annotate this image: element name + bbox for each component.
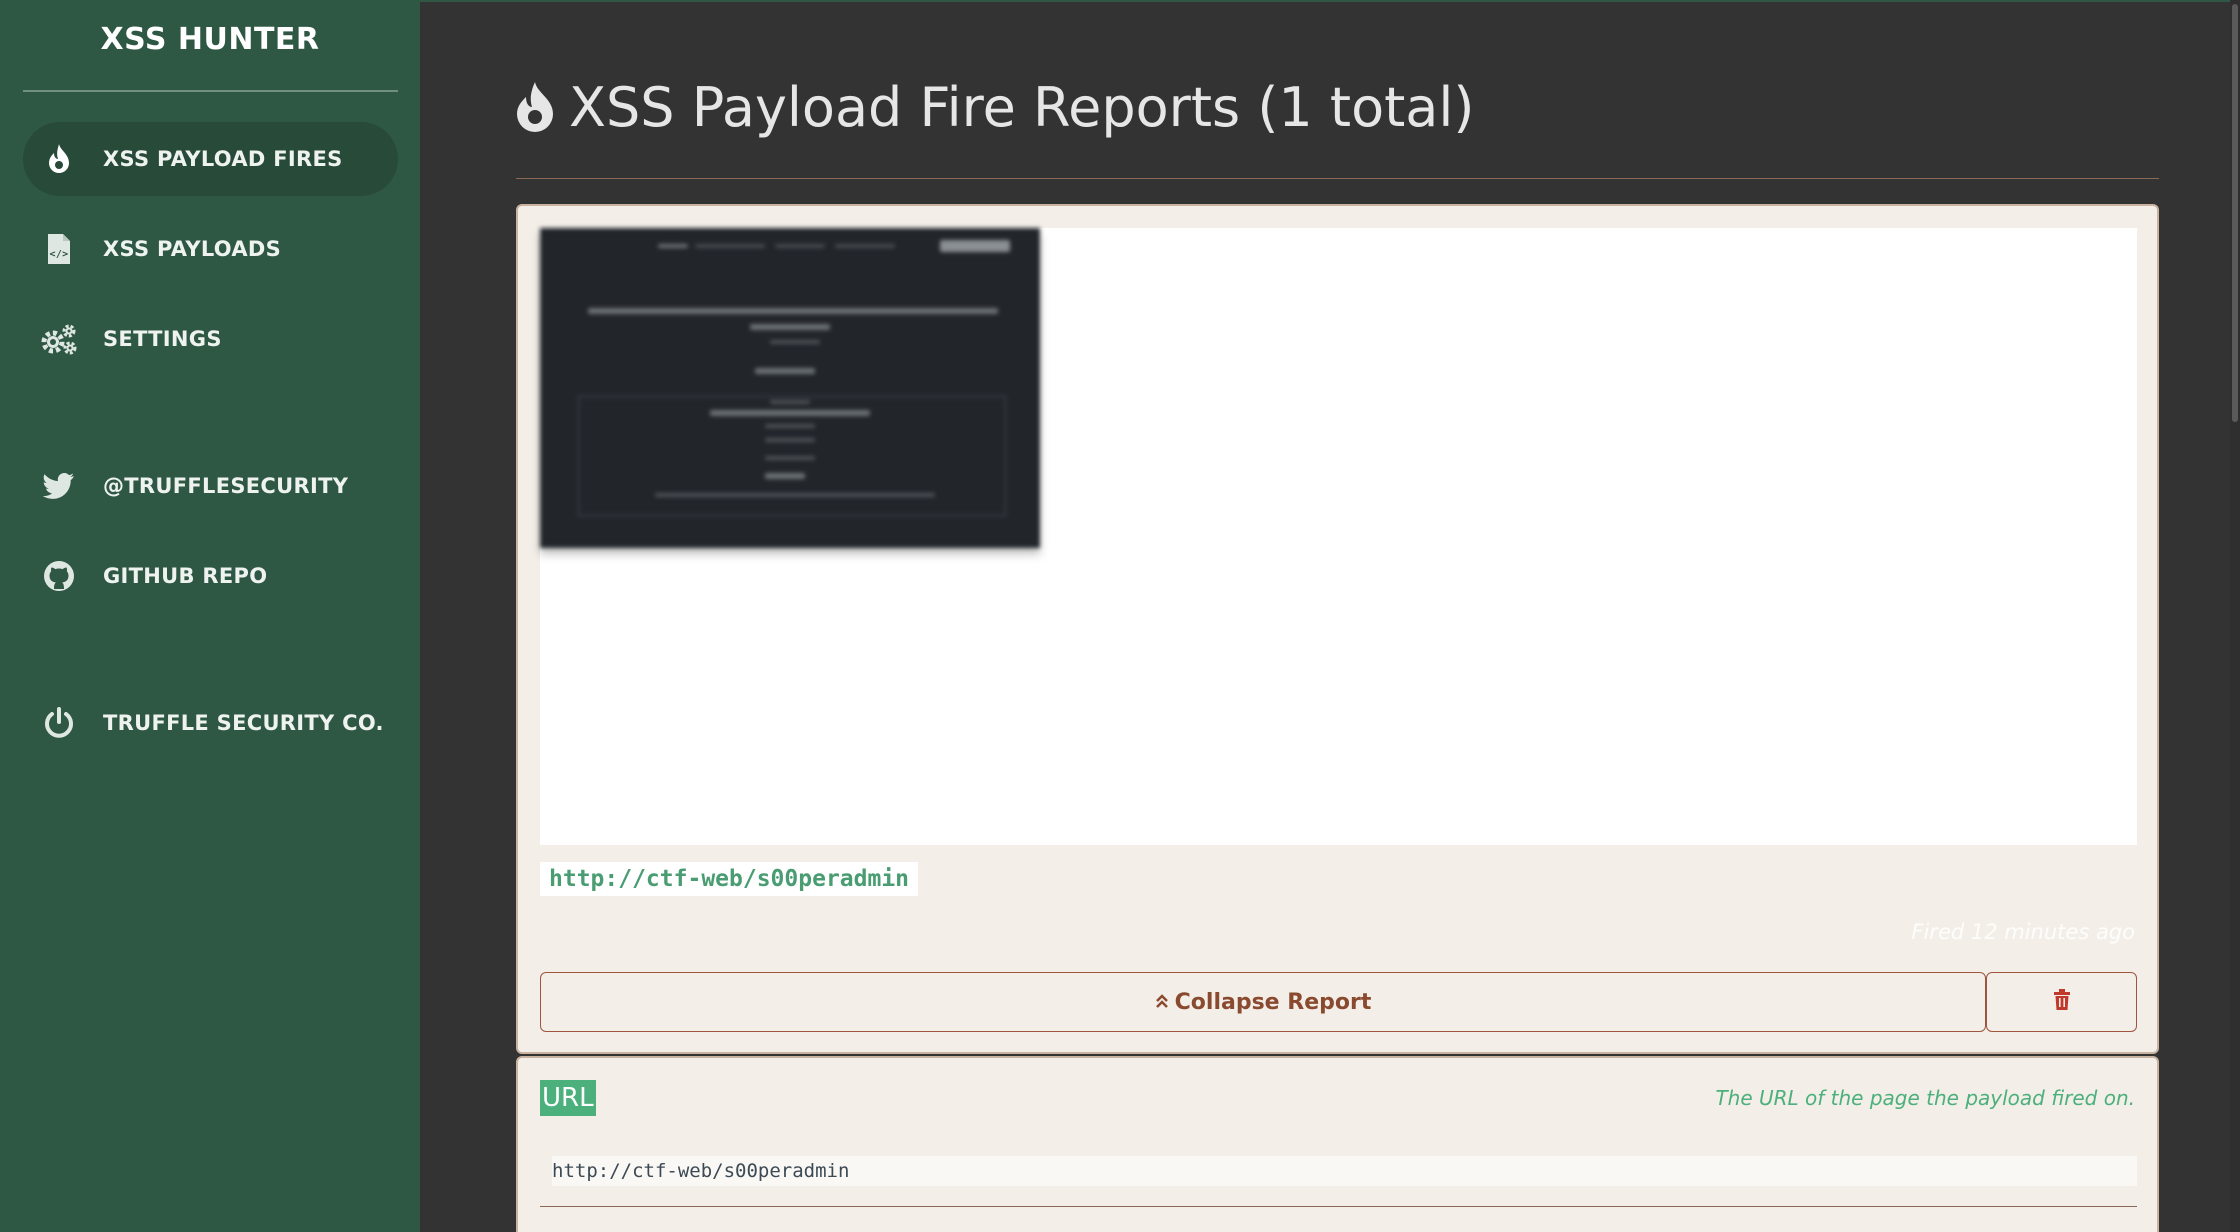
nav-item-truffle-security[interactable]: TRUFFLE SECURITY CO.	[23, 686, 398, 760]
field-value[interactable]: http://ctf-web/s00peradmin	[552, 1156, 2137, 1186]
nav-label: TRUFFLE SECURITY CO.	[103, 711, 384, 735]
delete-report-button[interactable]	[1986, 972, 2137, 1032]
sidebar: XSS HUNTER XSS PAYLOAD FIRES </> XSS PAY…	[0, 0, 420, 1232]
flame-icon	[39, 139, 79, 179]
title-divider	[516, 178, 2159, 179]
nav-item-twitter[interactable]: @TRUFFLESECURITY	[23, 449, 398, 523]
field-label: URL	[540, 1080, 596, 1116]
nav-label: GITHUB REPO	[103, 564, 268, 588]
nav-label: SETTINGS	[103, 327, 222, 351]
fired-timestamp: Fired 12 minutes ago	[1911, 920, 2135, 944]
code-file-icon: </>	[39, 229, 79, 269]
scrollbar-thumb[interactable]	[2232, 4, 2238, 422]
screenshot-thumbnail[interactable]	[540, 228, 1040, 548]
gears-icon	[39, 319, 79, 359]
twitter-icon	[39, 466, 79, 506]
trash-icon	[2053, 989, 2071, 1015]
flame-icon	[515, 81, 555, 133]
field-description: The URL of the page the payload fired on…	[1715, 1086, 2135, 1110]
nav-item-xss-payload-fires[interactable]: XSS PAYLOAD FIRES	[23, 122, 398, 196]
nav-label: XSS PAYLOADS	[103, 237, 282, 261]
nav-item-settings[interactable]: SETTINGS	[23, 302, 398, 376]
github-icon	[39, 556, 79, 596]
field-divider	[540, 1206, 2137, 1207]
nav-label: @TRUFFLESECURITY	[103, 474, 349, 498]
brand-title: XSS HUNTER	[100, 22, 320, 57]
power-icon	[39, 703, 79, 743]
brand-divider	[23, 90, 398, 92]
collapse-report-label: Collapse Report	[1174, 989, 1372, 1015]
nav-item-github-repo[interactable]: GITHUB REPO	[23, 539, 398, 613]
report-card: http://ctf-web/s00peradmin Fired 12 minu…	[516, 204, 2159, 1054]
field-card-url: URL The URL of the page the payload fire…	[516, 1056, 2159, 1232]
nav-label: XSS PAYLOAD FIRES	[103, 147, 343, 171]
top-border	[420, 0, 2240, 2]
page-title: XSS Payload Fire Reports (1 total)	[515, 72, 1474, 142]
collapse-report-button[interactable]: Collapse Report	[540, 972, 1986, 1032]
report-screenshot[interactable]	[540, 228, 2137, 845]
page-title-text: XSS Payload Fire Reports (1 total)	[569, 75, 1475, 139]
svg-text:</>: </>	[50, 249, 69, 260]
chevrons-up-icon	[1155, 993, 1169, 1011]
nav-item-xss-payloads[interactable]: </> XSS PAYLOADS	[23, 212, 398, 286]
report-url-link[interactable]: http://ctf-web/s00peradmin	[540, 862, 919, 896]
